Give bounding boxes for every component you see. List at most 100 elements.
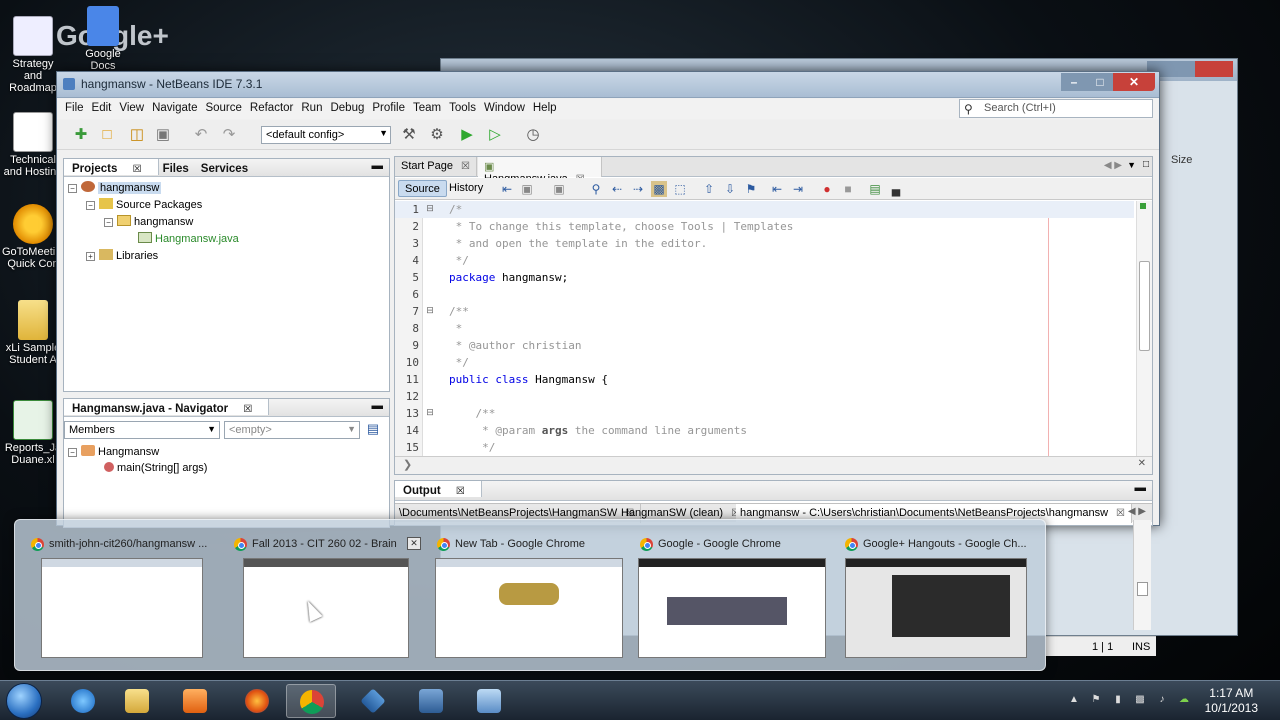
close-icon[interactable]: ☒ (129, 162, 150, 175)
close-button[interactable]: ✕ (1113, 73, 1155, 91)
minimize-panel-icon[interactable]: ▬ (372, 400, 384, 412)
maximize-icon[interactable]: □ (1143, 159, 1149, 170)
new-file-icon[interactable]: ✚ (71, 125, 91, 145)
network-icon[interactable]: ▩ (1134, 694, 1146, 706)
close-icon[interactable]: ☒ (1116, 508, 1125, 519)
cloud-sync-icon[interactable]: ☁ (1178, 694, 1190, 706)
minimize-panel-icon[interactable]: ▬ (1135, 482, 1147, 494)
menu-tools[interactable]: Tools (445, 99, 480, 114)
tab-files[interactable]: Files (159, 161, 197, 175)
editor-vertical-scrollbar[interactable] (1136, 201, 1152, 456)
flag-icon[interactable]: ⚑ (1090, 694, 1102, 706)
tab-hangmansw-java[interactable]: ▣ Hangmansw.java☒ (478, 157, 602, 185)
menu-view[interactable]: View (115, 99, 148, 114)
history-view-button[interactable]: History (443, 180, 489, 197)
tab-output[interactable]: Output ☒ (395, 481, 482, 497)
config-select[interactable]: <default config> ▼ (261, 126, 391, 144)
stop-macro-icon[interactable]: ■ (840, 181, 856, 197)
taskbar-app-launcher[interactable] (348, 684, 398, 718)
search-input[interactable]: ⚲ Search (Ctrl+I) (959, 99, 1153, 118)
previous-bookmark-icon[interactable]: ⇧ (701, 181, 717, 197)
next-bookmark-icon[interactable]: ⇩ (722, 181, 738, 197)
menu-team[interactable]: Team (409, 99, 445, 114)
menu-help[interactable]: Help (529, 99, 561, 114)
tree-node-java-file[interactable]: Hangmansw.java (138, 232, 239, 245)
chevron-down-icon[interactable]: ▼ (1127, 160, 1136, 170)
chevron-right-icon[interactable]: ❯ (403, 458, 412, 471)
menu-source[interactable]: Source (201, 99, 245, 114)
taskbar-netbeans[interactable] (464, 684, 514, 718)
collapse-icon[interactable]: − (104, 218, 113, 227)
open-project-icon[interactable]: ◫ (127, 125, 147, 145)
close-icon[interactable]: ✕ (407, 537, 421, 550)
new-project-icon[interactable]: □ (97, 125, 117, 145)
tree-node-source-packages[interactable]: − Source Packages (86, 198, 202, 211)
desktop-icon-reports[interactable]: Reports_Ja Duane.xl (2, 400, 64, 466)
close-icon[interactable]: ☒ (239, 402, 260, 415)
navigator-method-node[interactable]: main(String[] args) (104, 462, 207, 474)
back-icon[interactable]: ⇤ (499, 181, 515, 197)
save-all-icon[interactable]: ▣ (153, 125, 173, 145)
close-icon[interactable] (1195, 61, 1233, 77)
find-next-icon[interactable]: ⇢ (630, 181, 646, 197)
filter-select[interactable]: <empty> ▼ (224, 421, 360, 439)
tab-projects[interactable]: Projects ☒ (64, 159, 159, 175)
scrollbar-thumb[interactable] (1139, 261, 1150, 351)
source-view-button[interactable]: Source (398, 180, 447, 197)
desktop-icon-gotomeeting[interactable]: GoToMeeting Quick Con (2, 204, 67, 270)
expand-icon[interactable]: + (86, 252, 95, 261)
system-clock[interactable]: 1:17 AM 10/1/2013 (1205, 686, 1258, 716)
desktop-icon-google-docs[interactable]: Google Docs (72, 6, 134, 72)
desktop-icon-strategy[interactable]: Strategy and Roadmap (2, 16, 64, 94)
collapse-icon[interactable]: − (68, 184, 77, 193)
tab-navigator[interactable]: Hangmansw.java - Navigator ☒ (64, 399, 270, 415)
thumbnail-window-2[interactable]: New Tab - Google Chrome (435, 520, 635, 670)
redo-icon[interactable]: ↷ (219, 125, 239, 145)
tab-start-page[interactable]: Start Page ☒ (395, 157, 477, 177)
thumbnail-window-0[interactable]: smith-john-cit260/hangmansw ... (29, 520, 229, 670)
collapse-icon[interactable]: − (68, 448, 77, 457)
tree-node-project[interactable]: − hangmansw (68, 181, 162, 194)
taskbar-file-explorer[interactable] (112, 684, 162, 718)
navigator-class-node[interactable]: − Hangmansw (68, 445, 159, 458)
taskbar-internet-explorer[interactable] (58, 684, 108, 718)
thumbnail-window-4[interactable]: Google+ Hangouts - Google Ch... (843, 520, 1043, 670)
desktop-icon-xli-sample[interactable]: xLi Sample Student A (2, 300, 64, 366)
filter-options-icon[interactable]: ▤ (364, 421, 382, 439)
find-icon[interactable]: ⚲ (588, 181, 604, 197)
forward-icon[interactable]: ▣ (551, 181, 567, 197)
code-area[interactable]: 1 /* 2 * To change this template, choose … (395, 201, 1134, 456)
shift-left-icon[interactable]: ⇤ (769, 181, 785, 197)
taskbar-remote-desktop[interactable] (406, 684, 456, 718)
tab-scroll-arrows[interactable]: ◀ ▶ (1128, 506, 1146, 517)
comment-icon[interactable]: ▤ (867, 181, 883, 197)
fold-collapse-icon[interactable]: ⊟ (425, 407, 435, 418)
collapse-icon[interactable]: − (86, 201, 95, 210)
taskbar-media-player[interactable] (170, 684, 220, 718)
clean-build-icon[interactable]: ⚙ (427, 125, 447, 145)
fold-collapse-icon[interactable]: ⊟ (425, 203, 435, 214)
start-macro-icon[interactable]: ● (819, 181, 835, 197)
find-previous-icon[interactable]: ⇠ (609, 181, 625, 197)
maximize-button[interactable]: □ (1087, 73, 1113, 91)
editor-horizontal-scrollbar[interactable]: ❯ ✕ (395, 456, 1152, 474)
close-icon[interactable]: ✕ (1138, 458, 1146, 469)
menu-navigate[interactable]: Navigate (148, 99, 201, 114)
taskbar-firefox[interactable] (232, 684, 282, 718)
fold-collapse-icon[interactable]: ⊟ (425, 305, 435, 316)
menu-file[interactable]: File (61, 99, 88, 114)
thumbnail-window-3[interactable]: Google - Google Chrome (638, 520, 838, 670)
menu-profile[interactable]: Profile (368, 99, 409, 114)
volume-icon[interactable]: ♪ (1156, 694, 1168, 706)
tab-scroll-arrows[interactable]: ◀ ▶ (1104, 160, 1122, 171)
close-icon[interactable]: ☒ (461, 161, 470, 172)
tab-services[interactable]: Services (197, 161, 256, 175)
thumbnail-window-1[interactable]: Fall 2013 - CIT 260 02 - Brain ✕ (232, 520, 432, 670)
debug-icon[interactable]: ▷ (485, 125, 505, 145)
desktop-icon-technical[interactable]: Technical and Hosting (2, 112, 64, 178)
output-vertical-scrollbar[interactable] (1133, 520, 1151, 630)
shift-right-icon[interactable]: ⇥ (790, 181, 806, 197)
menu-refactor[interactable]: Refactor (246, 99, 297, 114)
run-icon[interactable]: ▶ (457, 125, 477, 145)
last-edit-icon[interactable]: ▣ (519, 181, 535, 197)
